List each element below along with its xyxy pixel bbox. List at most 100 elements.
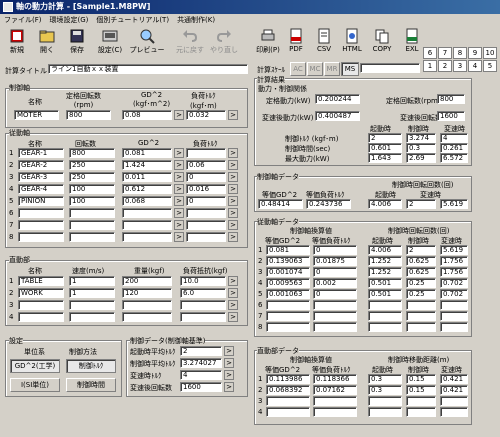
driven-gd2-input[interactable]: 0.068: [122, 196, 172, 206]
driven-name-input[interactable]: GEAR-4: [18, 184, 64, 194]
driven-torque-input[interactable]: 0.06: [186, 160, 226, 170]
driven-rpm-input[interactable]: [69, 232, 115, 242]
driven-gd2-calc-button[interactable]: >: [174, 160, 184, 170]
control-data-calc-button[interactable]: >: [224, 370, 234, 380]
driven-gd2-input[interactable]: [122, 208, 172, 218]
linear-load-calc-button[interactable]: >: [228, 300, 238, 310]
page-1[interactable]: 1: [423, 60, 437, 72]
page-10[interactable]: 10: [483, 47, 497, 59]
driven-rpm-input[interactable]: 100: [69, 184, 115, 194]
control-data-calc-button[interactable]: >: [224, 358, 234, 368]
page-4[interactable]: 4: [468, 60, 482, 72]
linear-name-input[interactable]: [18, 300, 64, 310]
control-data-calc-button[interactable]: >: [224, 382, 234, 392]
linear-weight-input[interactable]: 120: [122, 288, 172, 298]
linear-speed-input[interactable]: [69, 312, 115, 322]
control-data-input[interactable]: 1600: [180, 382, 222, 392]
linear-weight-input[interactable]: [122, 312, 172, 322]
control-torque-input[interactable]: 0.032: [186, 110, 226, 120]
unit-gd2-button[interactable]: GD^2(工学): [10, 359, 60, 373]
driven-gd2-calc-button[interactable]: >: [174, 148, 184, 158]
save-button[interactable]: 保存: [63, 27, 91, 57]
control-rpm-input[interactable]: 800: [66, 110, 111, 120]
driven-torque-input[interactable]: [186, 220, 226, 230]
driven-torque-calc-button[interactable]: >: [228, 184, 238, 194]
page-3[interactable]: 3: [453, 60, 467, 72]
print-button[interactable]: 印刷(P): [254, 27, 282, 57]
linear-name-input[interactable]: WORK: [18, 288, 64, 298]
redo-button[interactable]: やり直し: [208, 27, 240, 57]
method-torque-button[interactable]: 制御ﾄﾙｸ: [66, 359, 116, 373]
csv-button[interactable]: CSV: [310, 27, 338, 57]
driven-name-input[interactable]: [18, 232, 64, 242]
tab-mc[interactable]: MC: [307, 62, 323, 76]
driven-gd2-calc-button[interactable]: >: [174, 208, 184, 218]
driven-name-input[interactable]: [18, 220, 64, 230]
method-time-button[interactable]: 制御時間: [66, 378, 116, 392]
pdf-button[interactable]: PDF: [282, 27, 310, 57]
driven-gd2-input[interactable]: [122, 232, 172, 242]
scale-input[interactable]: [360, 63, 420, 73]
driven-torque-calc-button[interactable]: >: [228, 196, 238, 206]
driven-gd2-calc-button[interactable]: >: [174, 196, 184, 206]
driven-torque-input[interactable]: [186, 208, 226, 218]
control-gd2-calc-button[interactable]: >: [174, 110, 184, 120]
driven-gd2-calc-button[interactable]: >: [174, 172, 184, 182]
calc-title-input[interactable]: ライン1自動ｘｘ装置: [48, 64, 248, 74]
page-5[interactable]: 5: [483, 60, 497, 72]
linear-load-input[interactable]: 6.0: [180, 288, 226, 298]
linear-weight-input[interactable]: 200: [122, 276, 172, 286]
driven-gd2-input[interactable]: [122, 220, 172, 230]
tab-ac[interactable]: AC: [290, 62, 306, 76]
driven-name-input[interactable]: GEAR-3: [18, 172, 64, 182]
driven-torque-calc-button[interactable]: >: [228, 208, 238, 218]
tab-ms[interactable]: MS: [341, 62, 359, 76]
driven-gd2-calc-button[interactable]: >: [174, 220, 184, 230]
linear-name-input[interactable]: TABLE: [18, 276, 64, 286]
driven-gd2-calc-button[interactable]: >: [174, 184, 184, 194]
control-torque-calc-button[interactable]: >: [228, 110, 238, 120]
settings-button[interactable]: 設定(C): [96, 27, 124, 57]
driven-rpm-input[interactable]: 100: [69, 196, 115, 206]
control-data-calc-button[interactable]: >: [224, 346, 234, 356]
menu-tutorial[interactable]: 個別チュートリアル(T): [92, 16, 173, 24]
page-6[interactable]: 6: [423, 47, 437, 59]
linear-load-input[interactable]: [180, 312, 226, 322]
driven-rpm-input[interactable]: 250: [69, 160, 115, 170]
driven-rpm-input[interactable]: [69, 208, 115, 218]
linear-load-calc-button[interactable]: >: [228, 288, 238, 298]
driven-gd2-input[interactable]: 0.612: [122, 184, 172, 194]
driven-rpm-input[interactable]: 250: [69, 172, 115, 182]
menu-common[interactable]: 共通制作(K): [173, 16, 219, 24]
open-button[interactable]: 開く: [33, 27, 61, 57]
page-2[interactable]: 2: [438, 60, 452, 72]
page-7[interactable]: 7: [438, 47, 452, 59]
driven-torque-input[interactable]: 0: [186, 172, 226, 182]
control-gd2-input[interactable]: 0.08: [122, 110, 172, 120]
linear-load-input[interactable]: [180, 300, 226, 310]
linear-name-input[interactable]: [18, 312, 64, 322]
excel-button[interactable]: EXL: [398, 27, 426, 57]
driven-rpm-input[interactable]: [69, 220, 115, 230]
driven-torque-input[interactable]: [186, 232, 226, 242]
driven-name-input[interactable]: GEAR-1: [18, 148, 64, 158]
driven-torque-calc-button[interactable]: >: [228, 220, 238, 230]
page-9[interactable]: 9: [468, 47, 482, 59]
driven-name-input[interactable]: [18, 208, 64, 218]
unit-si-button[interactable]: I(SI単位): [10, 378, 60, 392]
menu-settings[interactable]: 環境設定(G): [46, 16, 93, 24]
driven-name-input[interactable]: GEAR-2: [18, 160, 64, 170]
linear-load-input[interactable]: 10.0: [180, 276, 226, 286]
driven-torque-input[interactable]: [186, 148, 226, 158]
driven-gd2-input[interactable]: 0.011: [122, 172, 172, 182]
control-name-input[interactable]: MOTER: [14, 110, 59, 120]
control-data-input[interactable]: 4: [180, 370, 222, 380]
linear-weight-input[interactable]: [122, 300, 172, 310]
driven-torque-input[interactable]: 0.016: [186, 184, 226, 194]
new-button[interactable]: 新規: [3, 27, 31, 57]
copy-button[interactable]: COPY: [368, 27, 396, 57]
page-8[interactable]: 8: [453, 47, 467, 59]
driven-name-input[interactable]: PINION: [18, 196, 64, 206]
tab-mr[interactable]: MR: [324, 62, 340, 76]
driven-gd2-calc-button[interactable]: >: [174, 232, 184, 242]
